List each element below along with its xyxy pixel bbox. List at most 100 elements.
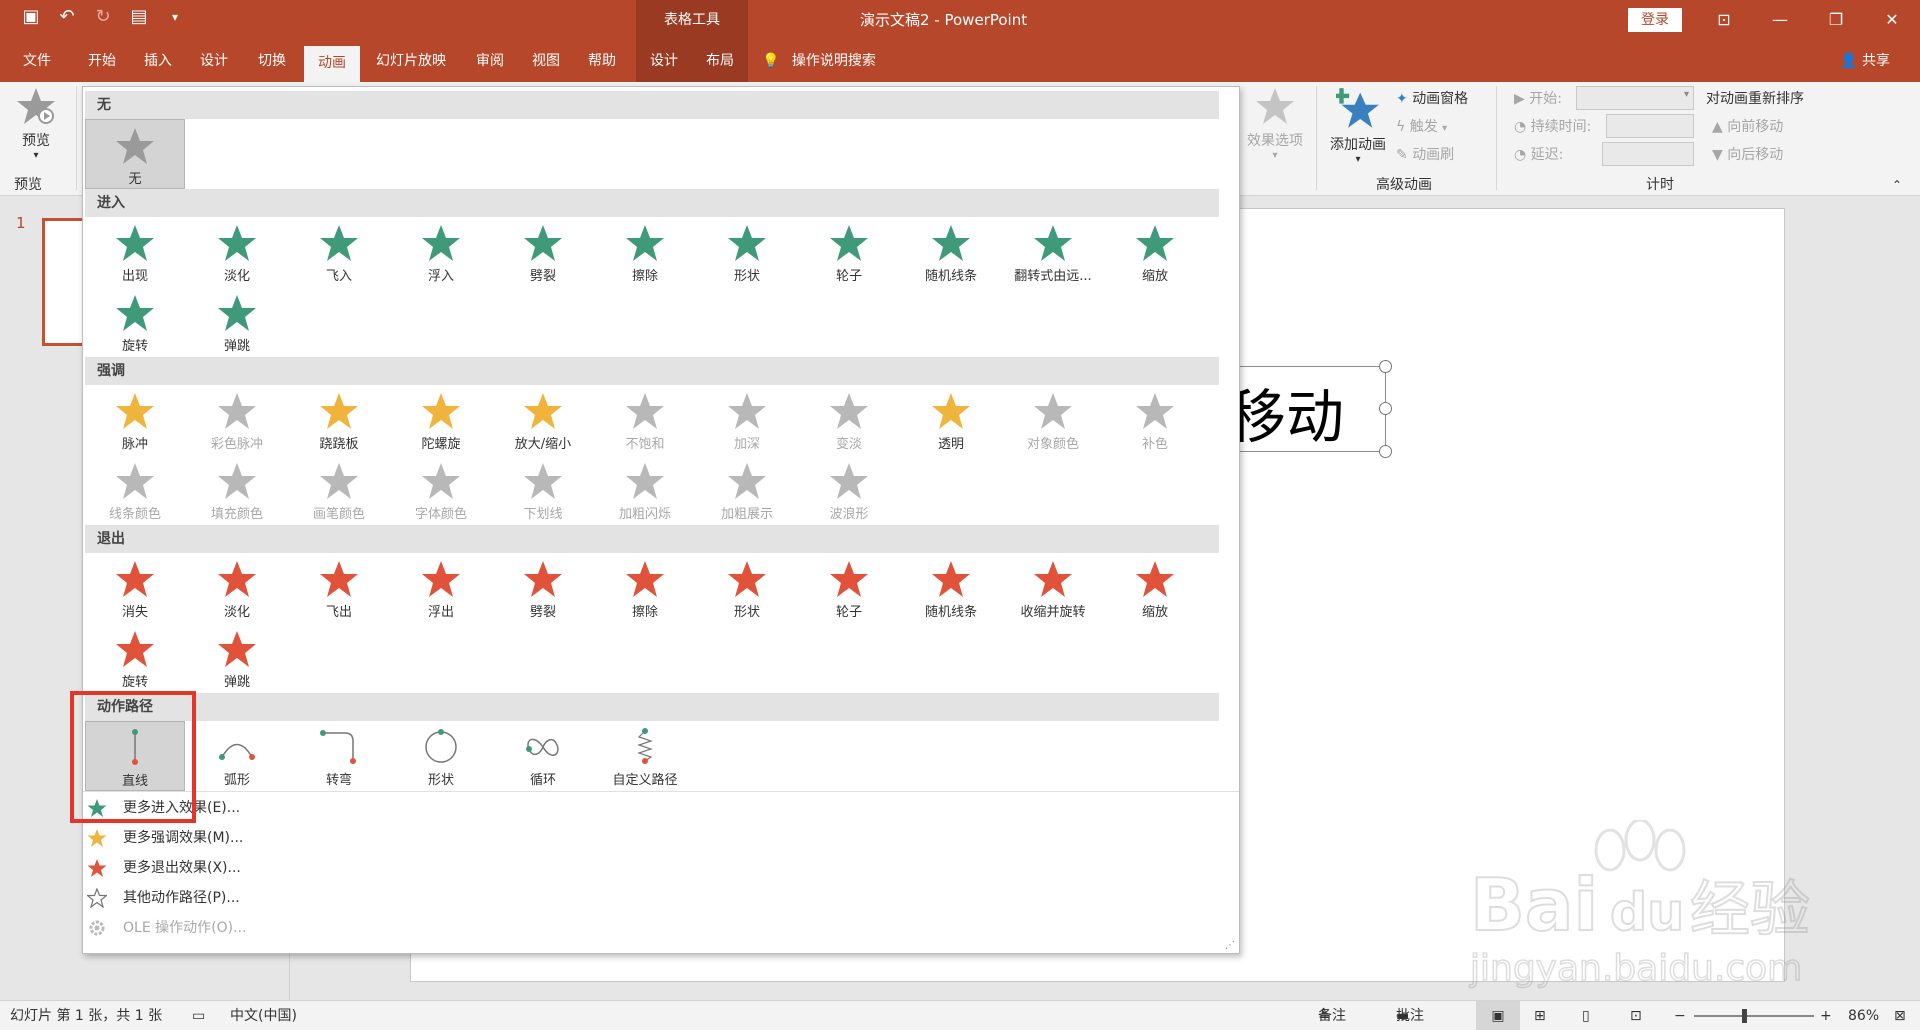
emphasis-effect[interactable]: 补色 bbox=[1105, 385, 1205, 455]
redo-icon[interactable]: ↻ bbox=[92, 6, 114, 27]
entrance-effect[interactable]: 淡化 bbox=[187, 217, 287, 287]
zoom-slider[interactable] bbox=[1694, 1015, 1814, 1017]
loop-path-effect[interactable]: 循环 bbox=[493, 721, 593, 791]
collapse-ribbon-icon[interactable]: ⌃ bbox=[1892, 178, 1902, 192]
emphasis-effect[interactable]: 加粗展示 bbox=[697, 455, 797, 525]
emphasis-effect[interactable]: 波浪形 bbox=[799, 455, 899, 525]
delay-spinner[interactable] bbox=[1602, 142, 1694, 166]
animation-none[interactable]: 无 bbox=[85, 119, 185, 189]
other-motion-paths[interactable]: 其他动作路径(P)... bbox=[83, 883, 683, 913]
resize-handle[interactable] bbox=[1379, 445, 1392, 458]
move-earlier-button[interactable]: ▲ 向前移动 bbox=[1712, 116, 1783, 136]
exit-effect[interactable]: 劈裂 bbox=[493, 553, 593, 623]
tab-insert[interactable]: 插入 bbox=[130, 40, 186, 82]
undo-icon[interactable]: ↶ bbox=[56, 6, 78, 27]
entrance-effect[interactable]: 劈裂 bbox=[493, 217, 593, 287]
entrance-effect[interactable]: 随机线条 bbox=[901, 217, 1001, 287]
tab-slideshow[interactable]: 幻灯片放映 bbox=[366, 40, 456, 82]
normal-view-icon[interactable]: ▣ bbox=[1476, 1001, 1520, 1030]
emphasis-effect[interactable]: 透明 bbox=[901, 385, 1001, 455]
ribbon-display-options-icon[interactable]: ⊡ bbox=[1696, 0, 1752, 40]
slide-sorter-icon[interactable]: ⊞ bbox=[1534, 1001, 1546, 1030]
emphasis-effect[interactable]: 下划线 bbox=[493, 455, 593, 525]
emphasis-effect[interactable]: 陀螺旋 bbox=[391, 385, 491, 455]
zoom-level[interactable]: 86% bbox=[1848, 1001, 1879, 1030]
custom-path-effect[interactable]: 自定义路径 bbox=[595, 721, 695, 791]
exit-effect[interactable]: 飞出 bbox=[289, 553, 389, 623]
entrance-effect[interactable]: 浮入 bbox=[391, 217, 491, 287]
emphasis-effect[interactable]: 字体颜色 bbox=[391, 455, 491, 525]
emphasis-effect[interactable]: 跷跷板 bbox=[289, 385, 389, 455]
start-select[interactable]: ▾ bbox=[1576, 86, 1694, 110]
shape-path-effect[interactable]: 形状 bbox=[391, 721, 491, 791]
exit-effect[interactable]: 旋转 bbox=[85, 623, 185, 693]
emphasis-effect[interactable]: 对象颜色 bbox=[1003, 385, 1103, 455]
fit-to-window-icon[interactable]: ⊠ bbox=[1894, 1001, 1906, 1030]
slide-text[interactable]: 移动 bbox=[1228, 370, 1344, 454]
emphasis-effect[interactable]: 线条颜色 bbox=[85, 455, 185, 525]
entrance-effect[interactable]: 擦除 bbox=[595, 217, 695, 287]
customize-qat-icon[interactable]: ▾ bbox=[164, 10, 186, 24]
exit-effect[interactable]: 擦除 bbox=[595, 553, 695, 623]
save-icon[interactable]: ▣ bbox=[20, 6, 42, 27]
resize-grip-icon[interactable]: ⋰ bbox=[1225, 940, 1235, 951]
spell-check-icon[interactable]: ▭ bbox=[192, 1001, 205, 1030]
exit-effect[interactable]: 弹跳 bbox=[187, 623, 287, 693]
entrance-effect[interactable]: 弹跳 bbox=[187, 287, 287, 357]
exit-effect[interactable]: 浮出 bbox=[391, 553, 491, 623]
zoom-slider-thumb[interactable] bbox=[1742, 1009, 1747, 1023]
tab-design[interactable]: 设计 bbox=[186, 40, 242, 82]
restore-icon[interactable]: ❐ bbox=[1808, 0, 1864, 40]
emphasis-effect[interactable]: 彩色脉冲 bbox=[187, 385, 287, 455]
tab-file[interactable]: 文件 bbox=[8, 40, 66, 82]
emphasis-effect[interactable]: 不饱和 bbox=[595, 385, 695, 455]
add-animation-button[interactable]: 添加动画 ▾ bbox=[1322, 86, 1394, 165]
language-indicator[interactable]: 中文(中国) bbox=[230, 1001, 297, 1030]
move-later-button[interactable]: ▼ 向后移动 bbox=[1712, 144, 1783, 164]
close-icon[interactable]: ✕ bbox=[1864, 0, 1920, 40]
tab-table-design[interactable]: 设计 bbox=[636, 40, 692, 82]
animation-pane-button[interactable]: ✦ 动画窗格 bbox=[1396, 88, 1468, 110]
tell-me-search[interactable]: 💡 操作说明搜索 bbox=[762, 40, 876, 82]
login-button[interactable]: 登录 bbox=[1628, 8, 1682, 32]
emphasis-effect[interactable]: 脉冲 bbox=[85, 385, 185, 455]
entrance-effect[interactable]: 缩放 bbox=[1105, 217, 1205, 287]
tab-review[interactable]: 审阅 bbox=[462, 40, 518, 82]
emphasis-effect[interactable]: 放大/缩小 bbox=[493, 385, 593, 455]
entrance-effect[interactable]: 形状 bbox=[697, 217, 797, 287]
emphasis-effect[interactable]: 画笔颜色 bbox=[289, 455, 389, 525]
zoom-out-icon[interactable]: − bbox=[1674, 1001, 1686, 1030]
entrance-effect[interactable]: 翻转式由远... bbox=[1003, 217, 1103, 287]
trigger-button[interactable]: ϟ 触发 ▾ bbox=[1396, 116, 1447, 138]
emphasis-effect[interactable]: 加粗闪烁 bbox=[595, 455, 695, 525]
reading-view-icon[interactable]: ▯ bbox=[1582, 1001, 1590, 1030]
exit-effect[interactable]: 缩放 bbox=[1105, 553, 1205, 623]
start-from-beginning-icon[interactable]: ▤ bbox=[128, 6, 150, 27]
entrance-effect[interactable]: 出现 bbox=[85, 217, 185, 287]
exit-effect[interactable]: 收缩并旋转 bbox=[1003, 553, 1103, 623]
arc-path-effect[interactable]: 弧形 bbox=[187, 721, 287, 791]
exit-effect[interactable]: 消失 bbox=[85, 553, 185, 623]
resize-handle[interactable] bbox=[1379, 402, 1392, 415]
exit-effect[interactable]: 淡化 bbox=[187, 553, 287, 623]
entrance-effect[interactable]: 旋转 bbox=[85, 287, 185, 357]
ole-action-verbs[interactable]: OLE 操作动作(O)... bbox=[83, 913, 683, 943]
exit-effect[interactable]: 随机线条 bbox=[901, 553, 1001, 623]
zoom-in-icon[interactable]: + bbox=[1820, 1001, 1832, 1030]
duration-spinner[interactable] bbox=[1606, 114, 1694, 138]
preview-button[interactable]: 预览 ▾ bbox=[10, 86, 62, 166]
entrance-effect[interactable]: 轮子 bbox=[799, 217, 899, 287]
emphasis-effect[interactable]: 变淡 bbox=[799, 385, 899, 455]
slideshow-view-icon[interactable]: ⊡ bbox=[1630, 1001, 1642, 1030]
exit-effect[interactable]: 轮子 bbox=[799, 553, 899, 623]
emphasis-effect[interactable]: 加深 bbox=[697, 385, 797, 455]
share-button[interactable]: 👤 共享 bbox=[1840, 40, 1890, 82]
tab-help[interactable]: 帮助 bbox=[574, 40, 630, 82]
tab-animations[interactable]: 动画 bbox=[304, 46, 360, 82]
resize-handle[interactable] bbox=[1379, 360, 1392, 373]
more-exit-effects[interactable]: 更多退出效果(X)... bbox=[83, 853, 683, 883]
animation-painter-button[interactable]: ✎ 动画刷 bbox=[1396, 144, 1454, 166]
tab-table-layout[interactable]: 布局 bbox=[692, 40, 748, 82]
effect-options-button[interactable]: 效果选项 ▾ bbox=[1240, 86, 1310, 161]
tab-transitions[interactable]: 切换 bbox=[244, 40, 300, 82]
